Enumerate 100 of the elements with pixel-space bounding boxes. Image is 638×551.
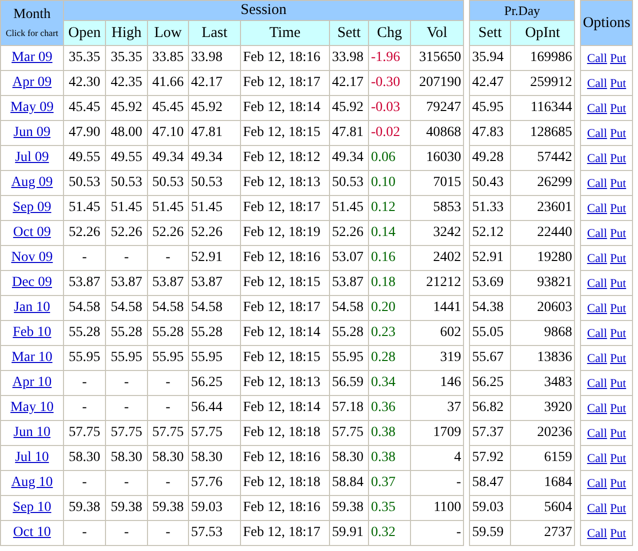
month-link[interactable]: Sep 09 [12,200,52,215]
put-link[interactable]: Put [610,152,626,164]
table-cell: 57.75 [148,420,188,446]
table-cell: 207190 [410,70,464,96]
month-link[interactable]: May 09 [10,100,54,115]
month-link[interactable]: May 10 [10,400,54,415]
call-link[interactable]: Call [587,402,608,414]
month-link[interactable]: Jul 09 [15,150,49,165]
put-link[interactable]: Put [610,127,626,139]
month-link[interactable]: Oct 10 [13,525,51,540]
table-cell: 49.28 [470,146,511,170]
call-link[interactable]: Call [587,352,608,364]
put-link[interactable]: Put [610,527,626,539]
put-link[interactable]: Put [610,452,626,464]
call-link[interactable]: Call [587,227,608,239]
put-link[interactable]: Put [610,402,626,414]
table-cell: 0.37 [368,470,410,496]
put-link[interactable]: Put [610,202,626,214]
month-link[interactable]: Nov 09 [11,250,53,265]
table-cell: 47.10 [148,120,188,146]
table-cell: 55.28 [330,320,368,346]
month-link[interactable]: Mar 09 [12,50,52,65]
put-link[interactable]: Put [610,77,626,89]
call-link[interactable]: Call [587,102,608,114]
put-link[interactable]: Put [610,52,626,64]
call-link[interactable]: Call [587,427,608,439]
column-header: Month [13,8,51,22]
table-cell: 0.35 [368,496,410,520]
month-link[interactable]: Jul 10 [15,450,49,465]
month-link[interactable]: Feb 10 [12,325,52,340]
month-link[interactable]: Apr 10 [12,375,52,390]
put-link[interactable]: Put [610,427,626,439]
call-link[interactable]: Call [587,202,608,214]
table-cell: 56.25 [188,370,240,396]
put-link[interactable]: Put [610,502,626,514]
table-cell: 42.17 [188,70,240,96]
put-link[interactable]: Put [610,277,626,289]
month-link[interactable]: Oct 09 [13,225,51,240]
table-cell: 57.18 [330,396,368,420]
call-link[interactable]: Call [587,502,608,514]
table-cell: 0.38 [368,420,410,446]
put-link[interactable]: Put [610,252,626,264]
call-link[interactable]: Call [587,377,608,389]
put-link[interactable]: Put [610,302,626,314]
call-link[interactable]: Call [587,77,608,89]
month-link[interactable]: Mar 10 [12,350,52,365]
table-cell: 59.38 [330,496,368,520]
put-link[interactable]: Put [610,227,626,239]
call-link[interactable]: Call [587,452,608,464]
table-cell: 47.81 [188,120,240,146]
put-link[interactable]: Put [610,377,626,389]
call-link[interactable]: Call [587,152,608,164]
table-cell: 0.06 [368,146,410,170]
call-link[interactable]: Call [587,277,608,289]
table-cell: 45.45 [64,96,106,120]
put-link[interactable]: Put [610,102,626,114]
table-cell: 42.17 [330,70,368,96]
month-link[interactable]: Aug 10 [11,475,53,490]
month-link[interactable]: Apr 09 [12,75,52,90]
table-cell: 53.87 [64,270,106,296]
table-cell: 5853 [410,196,464,220]
put-link[interactable]: Put [610,477,626,489]
call-link[interactable]: Call [587,477,608,489]
table-cell: -0.02 [368,120,410,146]
table-cell: 2402 [410,246,464,270]
call-link[interactable]: Call [587,252,608,264]
call-link[interactable]: Call [587,327,608,339]
table-cell: 58.30 [64,446,106,470]
table-cell: 59.38 [64,496,106,520]
month-link[interactable]: Jan 10 [14,300,50,315]
table-cell: 116344 [510,96,575,120]
month-link[interactable]: Jun 09 [14,125,50,140]
table-cell: 33.85 [148,46,188,70]
table-cell: 22440 [510,220,575,246]
table-cell: 0.28 [368,346,410,370]
call-link[interactable]: Call [587,527,608,539]
put-link[interactable]: Put [610,352,626,364]
table-cell: 26299 [510,170,575,196]
table-cell: 21212 [410,270,464,296]
table-cell: - [64,396,106,420]
table-cell: 40868 [410,120,464,146]
table-cell: 55.28 [106,320,148,346]
table-cell: 35.35 [64,46,106,70]
month-link[interactable]: Jun 10 [14,425,50,440]
table-cell: 56.82 [470,396,511,420]
table-cell: 0.18 [368,270,410,296]
table-cell: 55.67 [470,346,511,370]
table-cell: - [410,470,464,496]
call-link[interactable]: Call [587,127,608,139]
month-link[interactable]: Sep 10 [12,500,52,515]
month-link[interactable]: Dec 09 [12,275,52,290]
month-link[interactable]: Aug 09 [11,175,53,190]
table-cell: 6159 [510,446,575,470]
put-link[interactable]: Put [610,327,626,339]
table-cell: 57.76 [188,470,240,496]
put-link[interactable]: Put [610,177,626,189]
call-link[interactable]: Call [587,52,608,64]
table-cell: 59.59 [470,520,511,546]
call-link[interactable]: Call [587,302,608,314]
call-link[interactable]: Call [587,177,608,189]
